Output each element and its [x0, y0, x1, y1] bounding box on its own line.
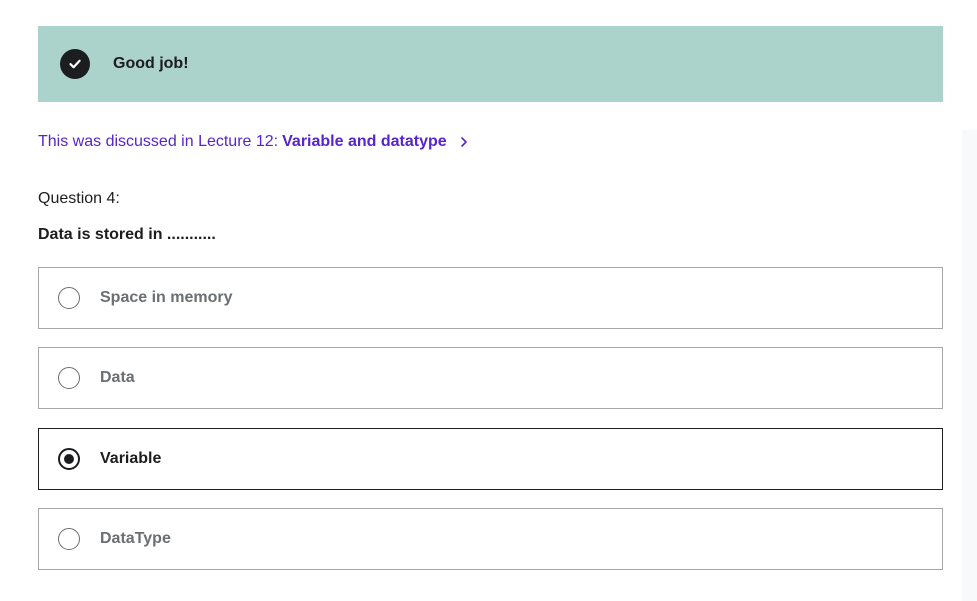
lecture-reference-link[interactable]: This was discussed in Lecture 12: Variab…: [38, 133, 469, 151]
answer-option-label: Data: [100, 369, 135, 386]
feedback-banner: Good job!: [38, 26, 943, 102]
answer-option-label: DataType: [100, 530, 171, 547]
lecture-reference-prefix: This was discussed in Lecture 12:: [38, 133, 279, 150]
question-prompt: Data is stored in ...........: [38, 226, 216, 243]
answer-option[interactable]: Space in memory: [38, 267, 943, 329]
radio-button-unselected[interactable]: [58, 367, 80, 389]
scroll-area-edge: [962, 130, 977, 601]
answer-option[interactable]: DataType: [38, 508, 943, 570]
question-number: Question 4:: [38, 190, 120, 207]
radio-dot: [64, 454, 74, 464]
feedback-message: Good job!: [113, 55, 189, 72]
check-circle-icon: [60, 49, 90, 79]
radio-button-selected[interactable]: [58, 448, 80, 470]
answer-option-selected[interactable]: Variable: [38, 428, 943, 490]
radio-button-unselected[interactable]: [58, 287, 80, 309]
radio-button-unselected[interactable]: [58, 528, 80, 550]
quiz-result-page: Good job! This was discussed in Lecture …: [0, 0, 977, 601]
answer-option-label: Variable: [100, 450, 162, 467]
answer-option[interactable]: Data: [38, 347, 943, 409]
answer-option-label: Space in memory: [100, 289, 233, 306]
chevron-right-icon: [459, 136, 469, 148]
lecture-title: Variable and datatype: [282, 133, 447, 150]
